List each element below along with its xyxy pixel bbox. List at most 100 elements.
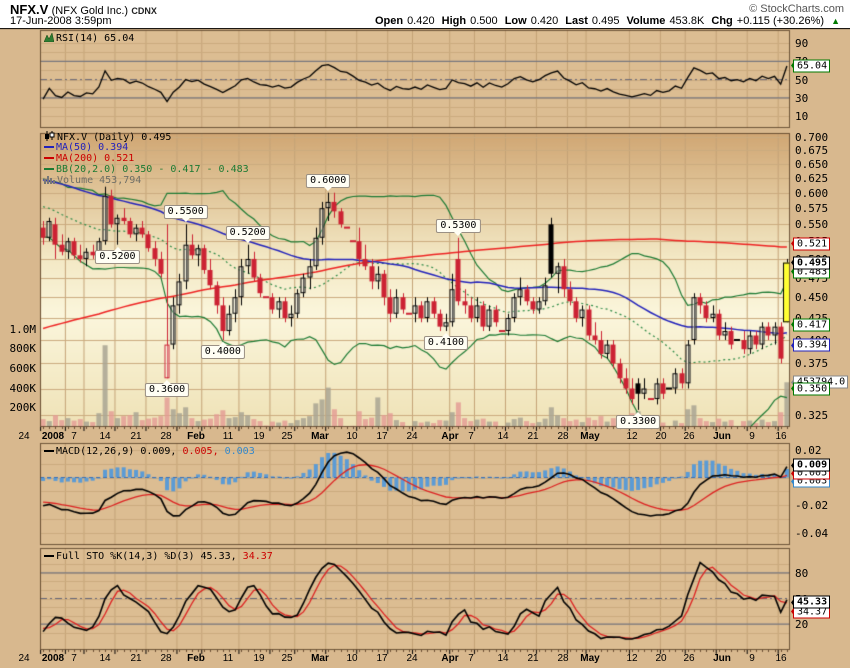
price-tick-label: 0.575 <box>795 202 828 215</box>
pivot-annotation: 0.5300 <box>436 219 480 233</box>
exchange-label: CDNX <box>131 6 157 16</box>
date-tick-label: 7 <box>71 653 77 664</box>
high-value: 0.500 <box>470 15 498 27</box>
date-tick-label: 25 <box>281 431 292 442</box>
sto-line-icon <box>44 552 54 563</box>
quote-summary: Open0.420 High0.500 Low0.420 Last0.495 V… <box>371 15 840 27</box>
low-label: Low <box>505 15 527 27</box>
macd-tick-label: -0.04 <box>795 527 828 540</box>
pivot-annotation: 0.3300 <box>616 415 660 429</box>
volume-bars-icon <box>44 175 55 187</box>
date-tick-label: 12 <box>626 653 637 664</box>
date-tick-label: 21 <box>527 653 538 664</box>
bb-legend-text: BB(20,2.0) 0.350 - 0.417 - 0.483 <box>56 164 249 175</box>
date-tick-label: 20 <box>655 653 666 664</box>
chart-header: NFX.V (NFX Gold Inc.) CDNX © StockCharts… <box>0 0 850 28</box>
copyright: © StockCharts.com <box>749 3 844 15</box>
price-value-box: 0.394 <box>793 339 830 352</box>
price-tick-label: 0.375 <box>795 357 828 370</box>
date-tick-label: 2008 <box>42 653 64 664</box>
price-tick-label: 0.675 <box>795 144 828 157</box>
volume-tick-label: 1.0M <box>0 323 36 336</box>
date-tick-label: 19 <box>253 431 264 442</box>
date-tick-label: 24 <box>406 653 417 664</box>
date-tick-label: 14 <box>497 431 508 442</box>
sto-legend: Full STO %K(14,3) %D(3) 45.33, 34.37 <box>44 551 273 563</box>
sto-value-d: 34.37 <box>243 551 273 562</box>
date-tick-label: 28 <box>557 431 568 442</box>
rsi-legend: RSI(14) 65.04 <box>44 33 134 45</box>
annotation-pointer-icon <box>163 376 171 384</box>
chart-canvas <box>0 0 850 668</box>
date-tick-label: 10 <box>346 431 357 442</box>
macd-legend: MACD(12,26,9) 0.009, 0.005, 0.003 <box>44 446 255 458</box>
date-tick-label: 24 <box>18 653 29 664</box>
macd-value-1: 0.009, <box>140 446 176 457</box>
date-tick-label: Jun <box>713 431 731 442</box>
date-tick-label: 9 <box>749 653 755 664</box>
low-value: 0.420 <box>531 15 559 27</box>
price-tick-label: 0.450 <box>795 291 828 304</box>
date-tick-label: 7 <box>71 431 77 442</box>
date-tick-label: Mar <box>311 653 329 664</box>
open-label: Open <box>375 15 403 27</box>
price-value-box: 0.350 <box>793 382 830 395</box>
date-tick-label: Jun <box>713 653 731 664</box>
macd-legend-name: MACD(12,26,9) <box>56 446 134 457</box>
date-tick-label: 26 <box>683 431 694 442</box>
date-tick-label: Mar <box>311 431 329 442</box>
price-tick-label: 0.700 <box>795 131 828 144</box>
main-legend-volume: Volume 453,794 <box>44 175 141 187</box>
rsi-tick-label: 50 <box>795 74 808 87</box>
date-tick-label: May <box>580 653 599 664</box>
price-tick-label: 0.650 <box>795 158 828 171</box>
rsi-tick-label: 30 <box>795 92 808 105</box>
pivot-annotation: 0.5500 <box>164 205 208 219</box>
date-tick-label: 7 <box>468 653 474 664</box>
pivot-annotation: 0.6000 <box>306 174 350 188</box>
date-tick-label: Feb <box>187 431 205 442</box>
chart-datetime: 17-Jun-2008 3:59pm <box>10 15 112 27</box>
date-tick-label: 14 <box>99 653 110 664</box>
date-tick-label: 11 <box>223 431 233 442</box>
macd-value-box: 0.009 <box>793 459 830 472</box>
rsi-area-icon <box>44 33 54 45</box>
date-tick-label: 16 <box>775 431 786 442</box>
date-tick-label: 21 <box>130 653 141 664</box>
date-tick-label: Feb <box>187 653 205 664</box>
date-tick-label: 21 <box>130 431 141 442</box>
price-tick-label: 0.600 <box>795 187 828 200</box>
price-tick-label: 0.325 <box>795 409 828 422</box>
pivot-annotation: 0.4100 <box>424 336 468 350</box>
rsi-tick-label: 90 <box>795 37 808 50</box>
price-tick-label: 0.625 <box>795 172 828 185</box>
chg-value: +0.115 (+30.26%) <box>737 15 824 27</box>
date-tick-label: 9 <box>749 431 755 442</box>
volume-tick-label: 200K <box>0 401 36 414</box>
annotation-pointer-icon <box>454 232 462 240</box>
annotation-pointer-icon <box>634 408 642 416</box>
price-tick-label: 0.550 <box>795 218 828 231</box>
date-tick-label: 28 <box>160 431 171 442</box>
date-tick-label: 17 <box>376 653 387 664</box>
sto-value-k: 45.33, <box>201 551 237 562</box>
pivot-annotation: 0.3600 <box>145 383 189 397</box>
volume-tick-label: 400K <box>0 382 36 395</box>
date-tick-label: 12 <box>626 431 637 442</box>
last-value: 0.495 <box>592 15 620 27</box>
date-tick-label: 21 <box>527 431 538 442</box>
date-tick-label: 20 <box>655 431 666 442</box>
price-value-box: 0.495 <box>793 256 830 269</box>
pivot-annotation: 0.5200 <box>226 226 270 240</box>
ma200-legend-text: MA(200) 0.521 <box>56 153 134 164</box>
price-value-box: 0.521 <box>793 237 830 250</box>
annotation-pointer-icon <box>324 187 332 195</box>
last-label: Last <box>565 15 588 27</box>
high-label: High <box>442 15 466 27</box>
annotation-pointer-icon <box>113 243 121 251</box>
volume-tick-label: 800K <box>0 342 36 355</box>
pivot-annotation: 0.4000 <box>201 345 245 359</box>
date-tick-label: 17 <box>376 431 387 442</box>
date-tick-label: Apr <box>441 653 458 664</box>
annotation-pointer-icon <box>244 239 252 247</box>
